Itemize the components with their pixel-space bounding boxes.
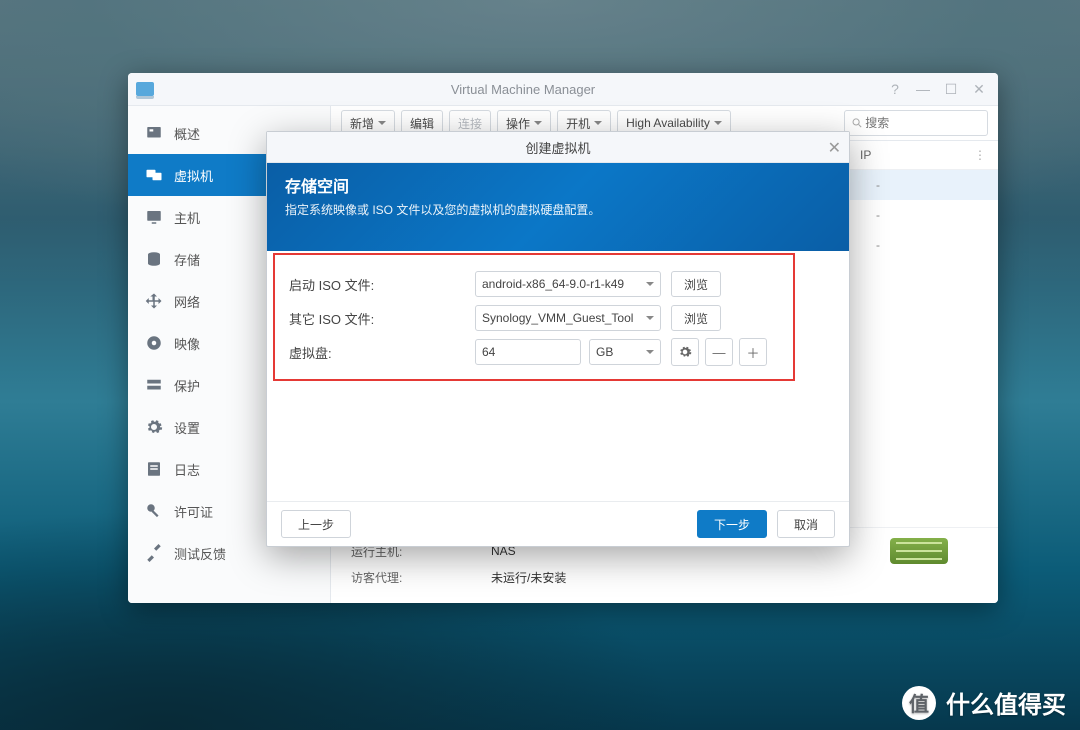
dialog-footer: 上一步 下一步 取消 [267, 501, 849, 546]
sidebar-item-label: 设置 [174, 418, 200, 437]
minimize-icon[interactable]: — [912, 80, 934, 98]
storage-icon [144, 249, 164, 269]
browse-button[interactable]: 浏览 [671, 271, 721, 297]
row-other-iso: 其它 ISO 文件: Synology_VMM_Guest_Tool 浏览 [289, 303, 827, 333]
create-vm-dialog: 创建虚拟机 ✕ 存储空间 指定系统映像或 ISO 文件以及您的虚拟机的虚拟硬盘配… [266, 131, 850, 547]
sidebar-item-label: 映像 [174, 334, 200, 353]
ram-chip-icon [890, 538, 948, 564]
dialog-form: 启动 ISO 文件: android-x86_64-9.0-r1-k49 浏览 … [267, 251, 849, 501]
vdisk-settings-button[interactable] [671, 338, 699, 366]
sidebar-item-label: 概述 [174, 124, 200, 143]
vdisk-unit-select[interactable]: GB [589, 339, 661, 365]
close-icon[interactable]: ✕ [968, 80, 990, 98]
image-icon [144, 333, 164, 353]
app-icon [136, 82, 154, 96]
search-icon [851, 116, 863, 130]
watermark: 值 什么值得买 [902, 685, 1066, 720]
sidebar-item-label: 网络 [174, 292, 200, 311]
row-vdisk: 虚拟盘: GB — ＋ [289, 337, 827, 367]
col-ip[interactable]: IP [860, 148, 970, 162]
caret-icon [594, 121, 602, 129]
gear-icon [144, 417, 164, 437]
sidebar-item-label: 测试反馈 [174, 544, 226, 563]
detail-row-agent: 访客代理: 未运行/未安装 [351, 564, 978, 590]
tools-icon [144, 543, 164, 563]
vdisk-size-input[interactable] [475, 339, 581, 365]
maximize-icon[interactable]: ☐ [940, 80, 962, 98]
vm-icon [144, 165, 164, 185]
gear-icon [678, 345, 692, 359]
browse-button[interactable]: 浏览 [671, 305, 721, 331]
network-icon [144, 291, 164, 311]
close-icon[interactable]: ✕ [828, 138, 841, 158]
sidebar-item-label: 保护 [174, 376, 200, 395]
banner-subtitle: 指定系统映像或 ISO 文件以及您的虚拟机的虚拟硬盘配置。 [285, 201, 831, 218]
caret-icon [646, 316, 654, 324]
dialog-banner: 存储空间 指定系统映像或 ISO 文件以及您的虚拟机的虚拟硬盘配置。 [267, 163, 849, 251]
caret-icon [646, 282, 654, 290]
key-icon [144, 501, 164, 521]
sidebar-item-label: 虚拟机 [174, 166, 213, 185]
sidebar-item-label: 许可证 [174, 502, 213, 521]
search-input[interactable] [844, 110, 988, 136]
protect-icon [144, 375, 164, 395]
boot-iso-select[interactable]: android-x86_64-9.0-r1-k49 [475, 271, 661, 297]
watermark-badge-icon: 值 [902, 686, 936, 720]
banner-title: 存储空间 [285, 173, 831, 197]
columns-menu-icon[interactable]: ⋮ [974, 148, 986, 162]
window-title: Virtual Machine Manager [162, 82, 884, 97]
vdisk-remove-button[interactable]: — [705, 338, 733, 366]
row-boot-iso: 启动 ISO 文件: android-x86_64-9.0-r1-k49 浏览 [289, 269, 827, 299]
sidebar-item-label: 主机 [174, 208, 200, 227]
prev-button[interactable]: 上一步 [281, 510, 351, 538]
cancel-button[interactable]: 取消 [777, 510, 835, 538]
window-controls: ? — ☐ ✕ [884, 80, 990, 98]
other-iso-select[interactable]: Synology_VMM_Guest_Tool [475, 305, 661, 331]
help-icon[interactable]: ? [884, 80, 906, 98]
dialog-title: 创建虚拟机 ✕ [267, 132, 849, 163]
caret-icon [378, 121, 386, 129]
host-icon [144, 207, 164, 227]
titlebar: Virtual Machine Manager ? — ☐ ✕ [128, 73, 998, 106]
overview-icon [144, 123, 164, 143]
vdisk-add-button[interactable]: ＋ [739, 338, 767, 366]
caret-icon [646, 350, 654, 358]
sidebar-item-label: 存储 [174, 250, 200, 269]
next-button[interactable]: 下一步 [697, 510, 767, 538]
caret-icon [534, 121, 542, 129]
caret-icon [714, 121, 722, 129]
log-icon [144, 459, 164, 479]
sidebar-item-label: 日志 [174, 460, 200, 479]
